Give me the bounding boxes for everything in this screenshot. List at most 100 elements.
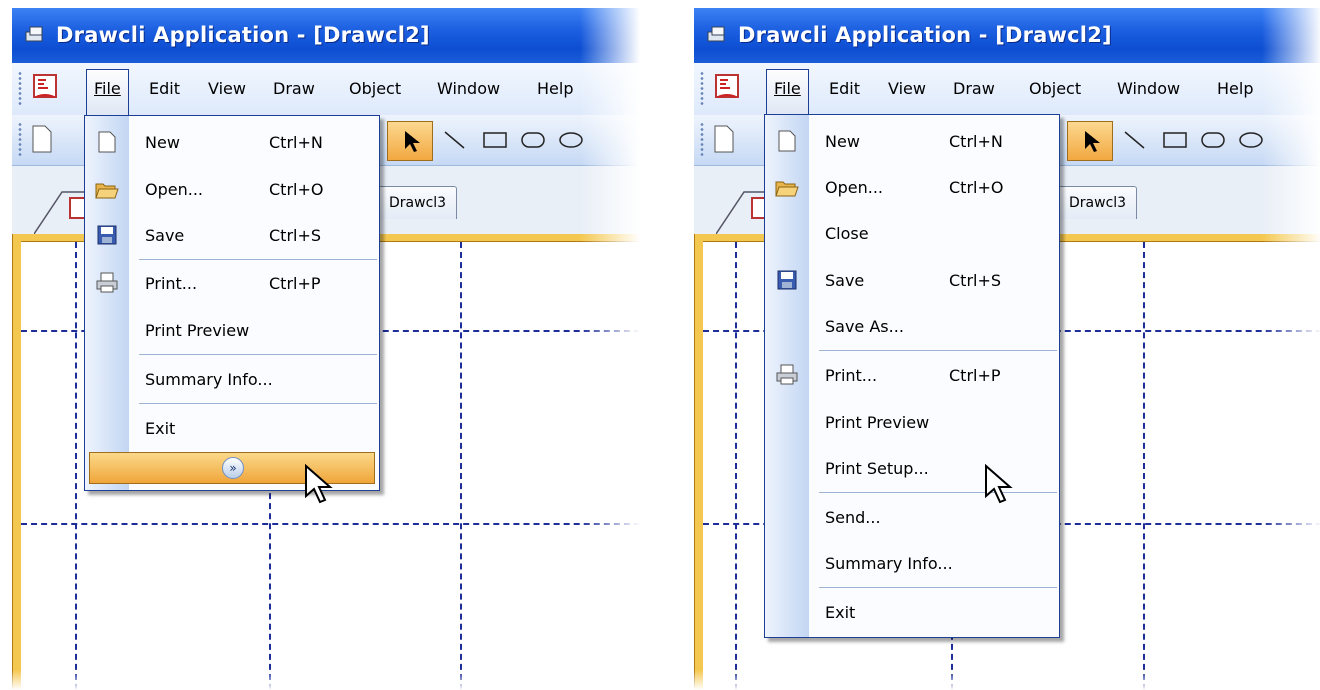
- rectangle-tool-icon[interactable]: [1160, 129, 1190, 151]
- menu-item-shortcut: Ctrl+P: [949, 366, 1001, 385]
- arrow-pointer-icon: [1085, 131, 1100, 152]
- printer-icon: [96, 272, 118, 293]
- menu-item-label: Print...: [825, 366, 878, 385]
- rectangle-tool-icon[interactable]: [480, 129, 510, 151]
- menu-item-print[interactable]: Print... Ctrl+P: [765, 353, 1059, 400]
- line-tool-icon[interactable]: [1120, 127, 1150, 153]
- menu-item-label: Close: [825, 224, 869, 243]
- grip-handle-icon[interactable]: [700, 122, 704, 158]
- menu-item-new[interactable]: New Ctrl+N: [765, 119, 1059, 166]
- menu-item-open[interactable]: Open... Ctrl+O: [85, 167, 379, 214]
- menu-view[interactable]: View: [201, 75, 253, 102]
- chevron-double-down-icon: »: [222, 457, 244, 479]
- menu-item-label: Print Preview: [145, 321, 250, 340]
- menu-item-shortcut: Ctrl+S: [949, 271, 1002, 290]
- menu-item-label: Summary Info...: [825, 554, 953, 573]
- menu-item-label: Save: [825, 271, 865, 290]
- new-document-icon: [778, 130, 796, 152]
- document-app-icon[interactable]: [30, 72, 60, 102]
- menu-item-shortcut: Ctrl+O: [269, 180, 324, 199]
- menu-item-summary-info[interactable]: Summary Info...: [85, 357, 379, 404]
- rounded-rectangle-tool-icon[interactable]: [1198, 129, 1228, 151]
- line-tool-icon[interactable]: [440, 127, 470, 153]
- printer-icon: [776, 364, 798, 385]
- menu-item-save[interactable]: Save Ctrl+S: [765, 258, 1059, 305]
- tab-drawcl3[interactable]: Drawcl3: [378, 186, 458, 219]
- menu-file[interactable]: File: [86, 69, 129, 118]
- menu-window[interactable]: Window: [1110, 75, 1187, 102]
- menu-item-label: Open...: [145, 180, 203, 199]
- new-document-icon[interactable]: [30, 124, 54, 154]
- menu-item-label: Open...: [825, 178, 883, 197]
- menu-item-exit[interactable]: Exit: [85, 406, 379, 453]
- menu-item-shortcut: Ctrl+S: [269, 226, 322, 245]
- grip-handle-icon[interactable]: [18, 71, 22, 107]
- save-disk-icon: [97, 225, 117, 245]
- tab-drawcl3[interactable]: Drawcl3: [1058, 186, 1138, 219]
- menu-bar: File Edit View Draw Object Window Help: [694, 63, 1320, 118]
- grip-handle-icon[interactable]: [700, 71, 704, 107]
- menu-item-label: Print...: [145, 274, 198, 293]
- menu-item-open[interactable]: Open... Ctrl+O: [765, 165, 1059, 212]
- menu-item-save-as[interactable]: Save As...: [765, 304, 1059, 351]
- menu-help[interactable]: Help: [1210, 75, 1260, 102]
- edge-fade: [580, 0, 640, 690]
- grip-handle-icon[interactable]: [18, 122, 22, 158]
- menu-item-print-preview[interactable]: Print Preview: [85, 308, 379, 355]
- menu-item-label: Send...: [825, 508, 881, 527]
- title-bar[interactable]: Drawcli Application - [Drawcl2]: [694, 8, 1320, 63]
- select-tool-button[interactable]: [1067, 121, 1113, 161]
- new-document-icon: [98, 131, 116, 153]
- menu-item-shortcut: Ctrl+N: [949, 132, 1003, 151]
- open-folder-icon: [775, 181, 799, 197]
- menu-item-close[interactable]: Close: [765, 211, 1059, 258]
- app-window-icon: [707, 26, 725, 42]
- menu-bar: File Edit View Draw Object Window Help: [12, 63, 640, 118]
- menu-item-label: New: [145, 133, 180, 152]
- menu-item-label: Print Setup...: [825, 459, 929, 478]
- menu-file-label: File: [94, 79, 121, 98]
- left-screenshot: Drawcli Application - [Drawcl2] File Edi…: [0, 0, 640, 690]
- select-tool-button[interactable]: [387, 121, 433, 161]
- rounded-rectangle-tool-icon[interactable]: [518, 129, 548, 151]
- menu-item-shortcut: Ctrl+N: [269, 133, 323, 152]
- menu-item-label: New: [825, 132, 860, 151]
- menu-item-print-preview[interactable]: Print Preview: [765, 400, 1059, 447]
- edge-fade: [1262, 0, 1320, 690]
- menu-item-label: Save As...: [825, 317, 904, 336]
- save-disk-icon: [777, 270, 797, 290]
- menu-item-label: Summary Info...: [145, 370, 273, 389]
- document-app-icon[interactable]: [712, 72, 742, 102]
- title-bar[interactable]: Drawcli Application - [Drawcl2]: [12, 8, 640, 63]
- menu-file[interactable]: File: [766, 69, 809, 118]
- menu-item-summary-info[interactable]: Summary Info...: [765, 541, 1059, 588]
- menu-edit[interactable]: Edit: [822, 75, 867, 102]
- right-screenshot: Drawcli Application - [Drawcl2] File Edi…: [682, 0, 1320, 690]
- menu-object[interactable]: Object: [342, 75, 408, 102]
- bottom-fade: [0, 670, 640, 690]
- arrow-pointer-icon: [405, 131, 420, 152]
- menu-draw[interactable]: Draw: [946, 75, 1002, 102]
- open-folder-icon: [95, 183, 119, 199]
- menu-edit[interactable]: Edit: [142, 75, 187, 102]
- menu-item-save[interactable]: Save Ctrl+S: [85, 213, 379, 260]
- menu-item-shortcut: Ctrl+O: [949, 178, 1004, 197]
- menu-item-label: Exit: [145, 419, 176, 438]
- menu-item-new[interactable]: New Ctrl+N: [85, 120, 379, 167]
- menu-item-label: Save: [145, 226, 185, 245]
- menu-window[interactable]: Window: [430, 75, 507, 102]
- menu-item-print[interactable]: Print... Ctrl+P: [85, 261, 379, 308]
- menu-item-exit[interactable]: Exit: [765, 590, 1059, 637]
- document-frame-left: [694, 234, 703, 690]
- window-title: Drawcli Application - [Drawcl2]: [56, 23, 430, 47]
- bottom-fade: [682, 670, 1320, 690]
- new-document-icon[interactable]: [712, 124, 736, 154]
- menu-object[interactable]: Object: [1022, 75, 1088, 102]
- menu-draw[interactable]: Draw: [266, 75, 322, 102]
- menu-item-label: Exit: [825, 603, 856, 622]
- menu-help[interactable]: Help: [530, 75, 580, 102]
- window-title: Drawcli Application - [Drawcl2]: [738, 23, 1112, 47]
- menu-item-label: Print Preview: [825, 413, 930, 432]
- menu-view[interactable]: View: [881, 75, 933, 102]
- app-window-icon: [25, 26, 43, 42]
